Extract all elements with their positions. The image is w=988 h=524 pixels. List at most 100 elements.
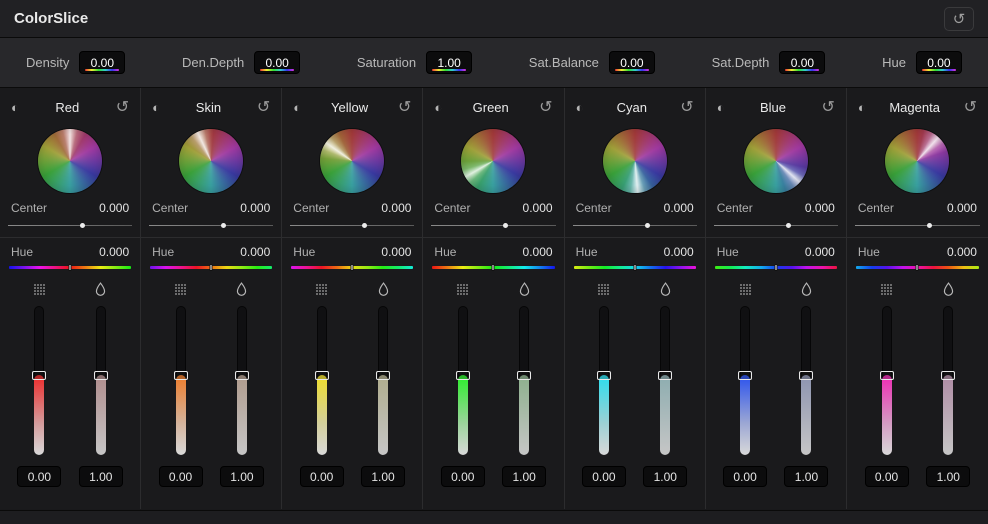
- saturation-value-box[interactable]: 1.00: [926, 466, 970, 487]
- center-slider-handle[interactable]: [503, 223, 508, 228]
- hue-wheel[interactable]: [603, 129, 667, 193]
- center-slider[interactable]: [8, 219, 132, 232]
- blend-toggle-icon[interactable]: ◐: [434, 100, 442, 115]
- saturation-slider[interactable]: [519, 306, 529, 455]
- density-slider-handle[interactable]: [315, 371, 329, 380]
- center-value[interactable]: 0.000: [805, 201, 835, 215]
- density-slider[interactable]: [882, 306, 892, 455]
- center-slider-handle[interactable]: [645, 223, 650, 228]
- density-slider-handle[interactable]: [880, 371, 894, 380]
- center-value[interactable]: 0.000: [664, 201, 694, 215]
- hue-wheel[interactable]: [38, 129, 102, 193]
- hue-value[interactable]: 0.000: [99, 245, 129, 259]
- density-slider-handle[interactable]: [32, 371, 46, 380]
- saturation-value-box[interactable]: 1.00: [784, 466, 828, 487]
- reset-icon[interactable]: ↺: [539, 97, 552, 117]
- hue-wheel[interactable]: [179, 129, 243, 193]
- blend-toggle-icon[interactable]: ◐: [858, 100, 866, 115]
- saturation-value-box[interactable]: 1.00: [361, 466, 405, 487]
- hue-value[interactable]: 0.000: [664, 245, 694, 259]
- center-value[interactable]: 0.000: [947, 201, 977, 215]
- density-value-box[interactable]: 0.00: [300, 466, 344, 487]
- density-slider[interactable]: [458, 306, 468, 455]
- hue-value[interactable]: 0.000: [947, 245, 977, 259]
- den-depth-value-box[interactable]: 0.00: [254, 51, 300, 74]
- density-value-box[interactable]: 0.00: [582, 466, 626, 487]
- hue-value[interactable]: 0.000: [381, 245, 411, 259]
- hue-value[interactable]: 0.000: [240, 245, 270, 259]
- density-value-box[interactable]: 0.00: [865, 466, 909, 487]
- density-slider-handle[interactable]: [174, 371, 188, 380]
- hue-strip-handle[interactable]: [916, 264, 919, 271]
- center-value[interactable]: 0.000: [381, 201, 411, 215]
- hue-strip-handle[interactable]: [774, 264, 777, 271]
- density-slider[interactable]: [176, 306, 186, 455]
- saturation-value-box[interactable]: 1.00: [502, 466, 546, 487]
- density-value-box[interactable]: 0.00: [723, 466, 767, 487]
- center-slider-handle[interactable]: [80, 223, 85, 228]
- saturation-value-box[interactable]: 1.00: [220, 466, 264, 487]
- center-slider-handle[interactable]: [786, 223, 791, 228]
- center-slider[interactable]: [573, 219, 697, 232]
- hue-value-box[interactable]: 0.00: [916, 51, 962, 74]
- saturation-slider-handle[interactable]: [799, 371, 813, 380]
- density-slider[interactable]: [34, 306, 44, 455]
- center-value[interactable]: 0.000: [240, 201, 270, 215]
- hue-strip-handle[interactable]: [69, 264, 72, 271]
- saturation-slider[interactable]: [96, 306, 106, 455]
- saturation-slider[interactable]: [801, 306, 811, 455]
- blend-toggle-icon[interactable]: ◐: [576, 100, 584, 115]
- hue-wheel[interactable]: [461, 129, 525, 193]
- saturation-slider[interactable]: [943, 306, 953, 455]
- hue-wheel[interactable]: [320, 129, 384, 193]
- hue-strip[interactable]: [574, 266, 696, 269]
- hue-value[interactable]: 0.000: [805, 245, 835, 259]
- hue-strip-handle[interactable]: [633, 264, 636, 271]
- density-value-box[interactable]: 0.00: [441, 466, 485, 487]
- center-slider[interactable]: [714, 219, 838, 232]
- density-slider[interactable]: [740, 306, 750, 455]
- center-slider[interactable]: [290, 219, 414, 232]
- center-slider[interactable]: [431, 219, 555, 232]
- saturation-slider-handle[interactable]: [941, 371, 955, 380]
- hue-strip[interactable]: [291, 266, 413, 269]
- saturation-slider-handle[interactable]: [517, 371, 531, 380]
- reset-icon[interactable]: ↺: [680, 97, 693, 117]
- hue-strip-handle[interactable]: [351, 264, 354, 271]
- saturation-slider[interactable]: [660, 306, 670, 455]
- density-slider[interactable]: [317, 306, 327, 455]
- hue-strip-handle[interactable]: [492, 264, 495, 271]
- hue-wheel[interactable]: [885, 129, 949, 193]
- center-slider[interactable]: [149, 219, 273, 232]
- reset-icon[interactable]: ↺: [821, 97, 834, 117]
- hue-strip[interactable]: [715, 266, 837, 269]
- hue-wheel[interactable]: [744, 129, 808, 193]
- saturation-value-box[interactable]: 1.00: [643, 466, 687, 487]
- reset-icon[interactable]: ↺: [116, 97, 129, 117]
- saturation-slider-handle[interactable]: [235, 371, 249, 380]
- sat-balance-value-box[interactable]: 0.00: [609, 51, 655, 74]
- sat-depth-value-box[interactable]: 0.00: [779, 51, 825, 74]
- density-slider[interactable]: [599, 306, 609, 455]
- blend-toggle-icon[interactable]: ◐: [11, 100, 19, 115]
- center-slider-handle[interactable]: [362, 223, 367, 228]
- hue-strip[interactable]: [856, 266, 979, 269]
- saturation-slider-handle[interactable]: [94, 371, 108, 380]
- saturation-slider-handle[interactable]: [376, 371, 390, 380]
- blend-toggle-icon[interactable]: ◐: [293, 100, 301, 115]
- saturation-slider[interactable]: [378, 306, 388, 455]
- density-value-box[interactable]: 0.00: [159, 466, 203, 487]
- density-value-box[interactable]: 0.00: [79, 51, 125, 74]
- hue-strip[interactable]: [150, 266, 272, 269]
- reset-icon[interactable]: ↺: [964, 97, 977, 117]
- center-slider[interactable]: [855, 219, 980, 232]
- density-slider-handle[interactable]: [738, 371, 752, 380]
- hue-strip[interactable]: [9, 266, 131, 269]
- reset-icon[interactable]: ↺: [257, 97, 270, 117]
- saturation-value-box[interactable]: 1.00: [79, 466, 123, 487]
- reset-icon[interactable]: ↺: [398, 97, 411, 117]
- saturation-slider-handle[interactable]: [658, 371, 672, 380]
- saturation-slider[interactable]: [237, 306, 247, 455]
- hue-strip-handle[interactable]: [210, 264, 213, 271]
- blend-toggle-icon[interactable]: ◐: [717, 100, 725, 115]
